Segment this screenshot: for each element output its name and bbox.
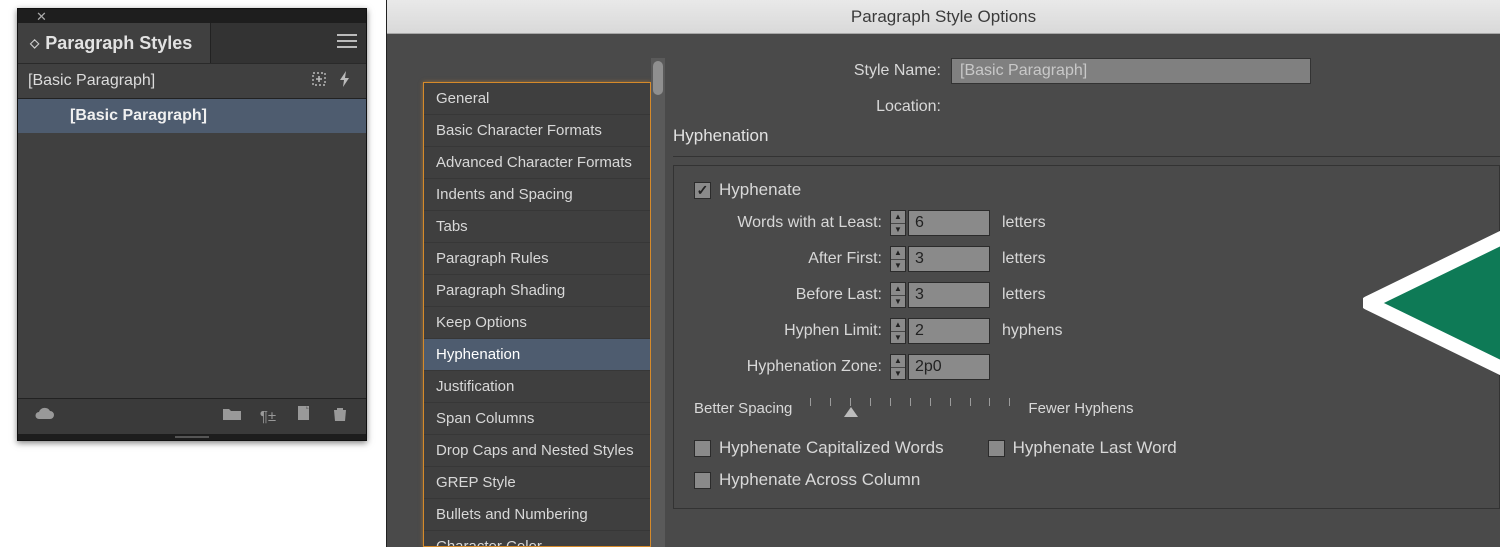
dialog-title: Paragraph Style Options [387,0,1500,34]
scrollbar-thumb[interactable] [653,61,663,95]
across-column-label: Hyphenate Across Column [719,470,920,490]
style-list: [Basic Paragraph] [18,99,366,398]
before-last-input[interactable] [908,282,990,308]
hyphenation-zone-label: Hyphenation Zone: [694,358,882,376]
dialog-body: GeneralBasic Character FormatsAdvanced C… [387,34,1500,547]
hyphenate-label: Hyphenate [719,180,801,200]
panel-tab-row: ◇ Paragraph Styles [18,23,366,63]
checkbox-box [988,440,1005,457]
unit-letters: letters [1002,214,1046,232]
before-last-label: Before Last: [694,286,882,304]
current-style-name: [Basic Paragraph] [28,72,306,90]
category-item[interactable]: Paragraph Shading [424,275,650,307]
location-label: Location: [673,98,941,116]
category-item[interactable]: Advanced Character Formats [424,147,650,179]
last-word-checkbox[interactable]: Hyphenate Last Word [988,438,1177,458]
checkbox-box [694,472,711,489]
hyphen-limit-spinner[interactable]: ▲▼ [890,318,906,344]
unit-letters: letters [1002,286,1046,304]
cap-words-checkbox[interactable]: Hyphenate Capitalized Words [694,438,944,458]
panel-resize-handle[interactable] [18,434,366,440]
style-name-label: Style Name: [673,62,941,80]
category-item[interactable]: GREP Style [424,467,650,499]
expand-icon: ◇ [30,36,39,50]
category-item[interactable]: Hyphenation [424,339,650,371]
dialog-content: Style Name: Location: Hyphenation ✓ Hyph… [673,58,1500,547]
panel-header-row: [Basic Paragraph] [18,63,366,99]
folder-icon[interactable] [214,406,250,427]
before-last-spinner[interactable]: ▲▼ [890,282,906,308]
after-first-input[interactable] [908,246,990,272]
quick-apply-icon[interactable] [332,70,358,93]
paragraph-styles-panel: ✕ ◇ Paragraph Styles [Basic Paragraph] [… [17,8,367,441]
hyphen-limit-input[interactable] [908,318,990,344]
words-at-least-row: Words with at Least: ▲▼ letters [694,210,1479,236]
hyphenation-slider[interactable] [810,398,1010,418]
words-at-least-input[interactable] [908,210,990,236]
after-first-label: After First: [694,250,882,268]
category-item[interactable]: Keep Options [424,307,650,339]
after-first-spinner[interactable]: ▲▼ [890,246,906,272]
new-style-icon[interactable] [306,70,332,93]
checkbox-box [694,440,711,457]
unit-letters: letters [1002,250,1046,268]
location-row: Location: [673,94,1500,120]
unit-hyphens: hyphens [1002,322,1063,340]
category-item[interactable]: Span Columns [424,403,650,435]
style-name-row: Style Name: [673,58,1500,84]
hyphenation-zone-spinner[interactable]: ▲▼ [890,354,906,380]
category-item[interactable]: Indents and Spacing [424,179,650,211]
words-at-least-spinner[interactable]: ▲▼ [890,210,906,236]
hyphenation-slider-row: Better Spacing Fewer Hyphens [694,398,1479,418]
cap-words-label: Hyphenate Capitalized Words [719,438,944,458]
section-title: Hyphenation [673,126,1500,157]
category-item[interactable]: Tabs [424,211,650,243]
category-item[interactable]: General [424,83,650,115]
panel-title-bar: ✕ [18,9,366,23]
category-item[interactable]: Bullets and Numbering [424,499,650,531]
paragraph-styles-tab[interactable]: ◇ Paragraph Styles [18,23,211,63]
last-word-label: Hyphenate Last Word [1013,438,1177,458]
panel-footer: ¶± [18,398,366,434]
category-item[interactable]: Paragraph Rules [424,243,650,275]
across-column-checkbox[interactable]: Hyphenate Across Column [694,470,920,490]
list-item[interactable]: [Basic Paragraph] [18,99,366,133]
category-item[interactable]: Character Color [424,531,650,547]
words-at-least-label: Words with at Least: [694,214,882,232]
clear-override-icon[interactable]: ¶± [250,408,286,425]
cloud-icon[interactable] [26,406,62,427]
hyphenation-group: ✓ Hyphenate Words with at Least: ▲▼ lett… [673,165,1500,509]
hyphen-limit-label: Hyphen Limit: [694,322,882,340]
category-item[interactable]: Justification [424,371,650,403]
before-last-row: Before Last: ▲▼ letters [694,282,1479,308]
category-item[interactable]: Drop Caps and Nested Styles [424,435,650,467]
hyphenation-zone-row: Hyphenation Zone: ▲▼ [694,354,1479,380]
panel-menu-icon[interactable] [336,33,358,49]
checkbox-box: ✓ [694,182,711,199]
trash-icon[interactable] [322,405,358,428]
paragraph-style-options-dialog: Paragraph Style Options GeneralBasic Cha… [386,0,1500,547]
slider-right-label: Fewer Hyphens [1028,400,1133,417]
category-scrollbar[interactable] [651,58,665,547]
after-first-row: After First: ▲▼ letters [694,246,1479,272]
new-page-icon[interactable] [286,405,322,428]
slider-thumb[interactable] [844,407,858,417]
list-item-label: [Basic Paragraph] [70,107,207,124]
close-icon[interactable]: ✕ [36,10,47,23]
hyphenation-zone-input[interactable] [908,354,990,380]
category-item[interactable]: Basic Character Formats [424,115,650,147]
style-name-input[interactable] [951,58,1311,84]
hyphenate-checkbox[interactable]: ✓ Hyphenate [694,180,801,200]
slider-left-label: Better Spacing [694,400,792,417]
category-list: GeneralBasic Character FormatsAdvanced C… [423,82,651,547]
hyphen-limit-row: Hyphen Limit: ▲▼ hyphens [694,318,1479,344]
panel-title: Paragraph Styles [45,33,192,54]
